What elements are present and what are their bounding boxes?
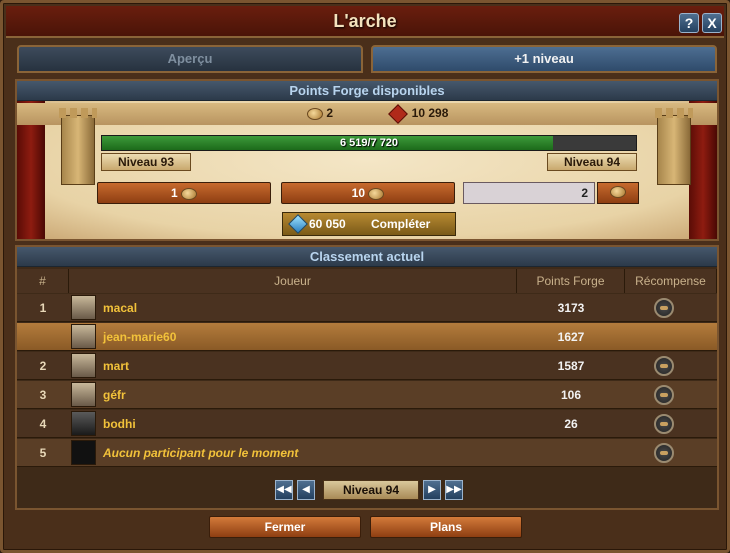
tower-right-icon	[655, 108, 693, 185]
forge-panel: Points Forge disponibles 2 10 298 6 519/…	[15, 79, 719, 241]
avatar	[71, 411, 96, 436]
table-row[interactable]: 3 géfr 106	[17, 381, 717, 409]
forge-point-icon	[307, 107, 323, 120]
next-page-icon[interactable]: ▶	[423, 480, 441, 500]
forge-points-display: 2	[307, 106, 333, 120]
col-forge-points: Points Forge	[517, 269, 625, 293]
ranking-panel: Classement actuel # Joueur Points Forge …	[15, 245, 719, 510]
last-page-icon[interactable]: ▶▶	[445, 480, 463, 500]
progress-text: 6 519/7 720	[339, 137, 399, 149]
tower-left-icon	[59, 108, 97, 185]
table-row[interactable]: 2 mart 1587	[17, 352, 717, 380]
reward-icon[interactable]	[654, 443, 674, 463]
table-row: 5 Aucun participant pour le moment	[17, 439, 717, 467]
table-row[interactable]: 1 macal 3173	[17, 294, 717, 322]
level-next-tag: Niveau 94	[547, 153, 638, 171]
complete-button[interactable]: 60 050 Compléter	[282, 212, 456, 236]
goods-icon	[388, 103, 408, 124]
reward-icon[interactable]	[654, 298, 674, 318]
tab-plus-one-level[interactable]: +1 niveau	[371, 45, 717, 73]
forge-point-icon	[610, 185, 626, 198]
col-reward: Récompense	[625, 269, 717, 293]
reward-icon[interactable]	[654, 414, 674, 434]
tab-overview[interactable]: Aperçu	[17, 45, 363, 73]
avatar	[71, 324, 96, 349]
avatar-placeholder	[71, 440, 96, 465]
window: L'arche ? X Aperçu +1 niveau Points Forg…	[0, 0, 730, 553]
forge-point-icon	[368, 187, 385, 200]
level-current-tag: Niveau 93	[101, 153, 192, 171]
level-progress-bar: 6 519/7 720	[101, 135, 637, 151]
table-row[interactable]: 4 bodhi 26	[17, 410, 717, 438]
pay-1-button[interactable]: 1	[97, 182, 271, 204]
help-button[interactable]: ?	[679, 13, 699, 33]
ranking-section-title: Classement actuel	[17, 247, 717, 267]
avatar	[71, 353, 96, 378]
col-rank: #	[17, 269, 69, 293]
close-icon[interactable]: X	[702, 13, 722, 33]
reward-icon[interactable]	[654, 356, 674, 376]
forge-point-icon	[181, 187, 198, 200]
prev-page-icon[interactable]: ◀	[297, 480, 315, 500]
avatar	[71, 382, 96, 407]
table-row[interactable]: jean-marie60 1627	[17, 323, 717, 351]
first-page-icon[interactable]: ◀◀	[275, 480, 293, 500]
page-label: Niveau 94	[323, 480, 419, 500]
title-bar: L'arche ? X	[6, 6, 724, 38]
reward-icon[interactable]	[654, 385, 674, 405]
avatar	[71, 295, 96, 320]
forge-points-row: 2 10 298	[17, 103, 717, 125]
plans-button[interactable]: Plans	[370, 516, 522, 538]
goods-display: 10 298	[388, 103, 448, 124]
pay-custom-button[interactable]	[597, 182, 639, 204]
close-button[interactable]: Fermer	[209, 516, 361, 538]
col-player: Joueur	[69, 269, 517, 293]
custom-amount-input[interactable]: 2	[463, 182, 595, 204]
pay-10-button[interactable]: 10	[281, 182, 455, 204]
diamond-icon	[288, 214, 308, 234]
window-title: L'arche	[333, 11, 397, 31]
tab-bar: Aperçu +1 niveau	[17, 45, 717, 73]
forge-section-title: Points Forge disponibles	[17, 81, 717, 101]
